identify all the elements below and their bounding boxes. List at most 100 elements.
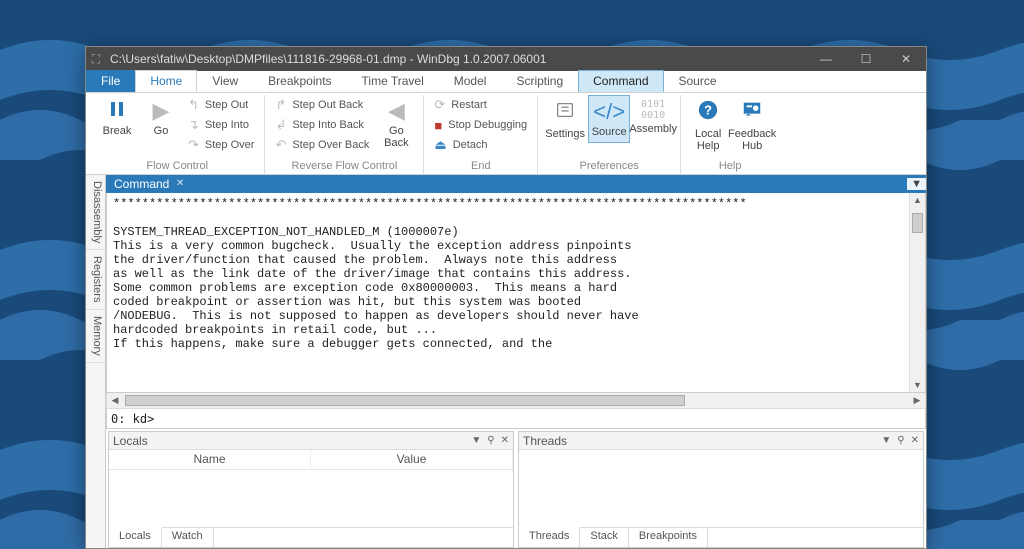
tab-view[interactable]: View — [197, 70, 253, 92]
threads-body[interactable] — [519, 450, 923, 527]
tab-scripting[interactable]: Scripting — [501, 70, 578, 92]
command-tab-title[interactable]: Command ✕ — [106, 177, 187, 191]
tab-watch[interactable]: Watch — [162, 528, 214, 547]
play-icon: ▶ — [153, 99, 170, 123]
step-over-button[interactable]: ↷Step Over — [184, 135, 258, 155]
locals-bottom-tabs: Locals Watch — [109, 527, 513, 547]
command-input-row: 0: kd> — [106, 409, 926, 429]
locals-pane: Locals ▼ ⚲ ✕ Name Value Locals Watch — [108, 431, 514, 548]
scroll-left-icon[interactable]: ◀ — [107, 393, 123, 408]
col-value[interactable]: Value — [311, 450, 513, 469]
group-flow-control: Break ▶ Go ↰Step Out ↴Step Into ↷Step Ov… — [90, 95, 265, 174]
tab-threads[interactable]: Threads — [519, 527, 580, 547]
threads-bottom-tabs: Threads Stack Breakpoints — [519, 527, 923, 547]
close-button[interactable]: ✕ — [886, 47, 926, 71]
step-out-button[interactable]: ↰Step Out — [184, 95, 258, 115]
pause-icon — [108, 99, 126, 123]
group-label: Reverse Flow Control — [271, 158, 417, 174]
tab-stack[interactable]: Stack — [580, 528, 629, 547]
maximize-button[interactable]: ☐ — [846, 47, 886, 71]
tab-home[interactable]: Home — [135, 70, 197, 92]
step-over-back-button[interactable]: ↶Step Over Back — [271, 135, 373, 155]
tab-file[interactable]: File — [86, 70, 135, 92]
detach-icon: ⏏ — [434, 137, 446, 153]
locals-body[interactable] — [109, 470, 513, 527]
locals-title: Locals — [113, 434, 148, 448]
step-out-back-icon: ↱ — [275, 97, 286, 113]
sidetab-registers[interactable]: Registers — [86, 250, 105, 309]
step-into-button[interactable]: ↴Step Into — [184, 115, 258, 135]
side-tabs: Disassembly Registers Memory — [86, 175, 106, 548]
command-input[interactable] — [158, 409, 925, 428]
minimize-button[interactable]: — — [806, 47, 846, 71]
ribbon: Break ▶ Go ↰Step Out ↴Step Into ↷Step Ov… — [86, 93, 926, 175]
step-over-icon: ↷ — [188, 137, 199, 153]
go-button[interactable]: ▶ Go — [140, 95, 182, 141]
tab-source[interactable]: Source — [664, 70, 732, 92]
locals-header[interactable]: Locals ▼ ⚲ ✕ — [109, 432, 513, 450]
stop-icon: ■ — [434, 118, 442, 133]
scroll-thumb[interactable] — [125, 395, 685, 406]
step-over-back-icon: ↶ — [275, 137, 286, 153]
bottom-panes: Locals ▼ ⚲ ✕ Name Value Locals Watch — [106, 429, 926, 548]
col-name[interactable]: Name — [109, 450, 311, 469]
threads-header[interactable]: Threads ▼ ⚲ ✕ — [519, 432, 923, 450]
command-panel-header: Command ✕ ▼ — [106, 175, 926, 193]
sidetab-disassembly[interactable]: Disassembly — [86, 175, 105, 250]
close-icon[interactable]: ✕ — [501, 435, 509, 446]
windbg-window: ⛶ C:\Users\fatiw\Desktop\DMPfiles\111816… — [85, 46, 927, 549]
tab-model[interactable]: Model — [439, 70, 502, 92]
restart-icon: ⟳ — [434, 97, 445, 113]
horizontal-scrollbar[interactable]: ◀ ▶ — [106, 393, 926, 409]
content-area: Disassembly Registers Memory Command ✕ ▼… — [86, 175, 926, 548]
group-help: ? Local Help Feedback Hub Help — [681, 95, 779, 174]
tab-bp[interactable]: Breakpoints — [629, 528, 708, 547]
group-label: Preferences — [544, 158, 674, 174]
local-help-button[interactable]: ? Local Help — [687, 95, 729, 156]
window-title: C:\Users\fatiw\Desktop\DMPfiles\111816-2… — [106, 52, 806, 66]
group-end: ⟳Restart ■Stop Debugging ⏏Detach End — [424, 95, 538, 174]
scroll-down-icon[interactable]: ▼ — [913, 378, 922, 392]
feedback-icon — [741, 99, 763, 126]
close-icon[interactable]: ✕ — [911, 435, 919, 446]
go-back-button[interactable]: ◀ Go Back — [375, 95, 417, 153]
svg-text:?: ? — [704, 103, 712, 118]
source-button[interactable]: </> Source — [588, 95, 630, 143]
tab-locals[interactable]: Locals — [109, 527, 162, 547]
pin-icon[interactable]: ⚲ — [487, 435, 494, 446]
command-output[interactable]: ****************************************… — [107, 193, 909, 392]
dropdown-icon[interactable]: ▼ — [881, 435, 891, 446]
tab-breakpoints[interactable]: Breakpoints — [253, 70, 346, 92]
app-icon: ⛶ — [86, 52, 106, 67]
titlebar[interactable]: ⛶ C:\Users\fatiw\Desktop\DMPfiles\111816… — [86, 47, 926, 71]
step-into-back-button[interactable]: ↲Step Into Back — [271, 115, 373, 135]
stop-button[interactable]: ■Stop Debugging — [430, 115, 531, 135]
ribbon-tabs: File Home View Breakpoints Time Travel M… — [86, 71, 926, 93]
pin-icon[interactable]: ⚲ — [897, 435, 904, 446]
group-reverse-flow: ↱Step Out Back ↲Step Into Back ↶Step Ove… — [265, 95, 424, 174]
threads-title: Threads — [523, 434, 567, 448]
break-button[interactable]: Break — [96, 95, 138, 141]
help-icon: ? — [697, 99, 719, 126]
detach-button[interactable]: ⏏Detach — [430, 135, 531, 155]
sidetab-memory[interactable]: Memory — [86, 310, 105, 363]
dropdown-icon[interactable]: ▼ — [471, 435, 481, 446]
tab-timetravel[interactable]: Time Travel — [347, 70, 439, 92]
group-label: Help — [687, 158, 773, 174]
command-panel: ****************************************… — [106, 193, 926, 393]
back-icon: ◀ — [388, 99, 405, 123]
settings-button[interactable]: Settings — [544, 95, 586, 144]
close-icon[interactable]: ✕ — [176, 178, 184, 189]
step-out-back-button[interactable]: ↱Step Out Back — [271, 95, 373, 115]
threads-pane: Threads ▼ ⚲ ✕ Threads Stack Breakpoints — [518, 431, 924, 548]
vertical-scrollbar[interactable]: ▲ ▼ — [909, 193, 925, 392]
scroll-up-icon[interactable]: ▲ — [913, 193, 922, 207]
feedback-button[interactable]: Feedback Hub — [731, 95, 773, 156]
restart-button[interactable]: ⟳Restart — [430, 95, 531, 115]
panel-dropdown-icon[interactable]: ▼ — [907, 178, 926, 190]
scroll-right-icon[interactable]: ▶ — [909, 393, 925, 408]
scroll-thumb[interactable] — [912, 213, 923, 233]
tab-command[interactable]: Command — [578, 70, 663, 92]
gear-icon — [554, 99, 576, 126]
assembly-button[interactable]: 01010010 Assembly — [632, 95, 674, 139]
